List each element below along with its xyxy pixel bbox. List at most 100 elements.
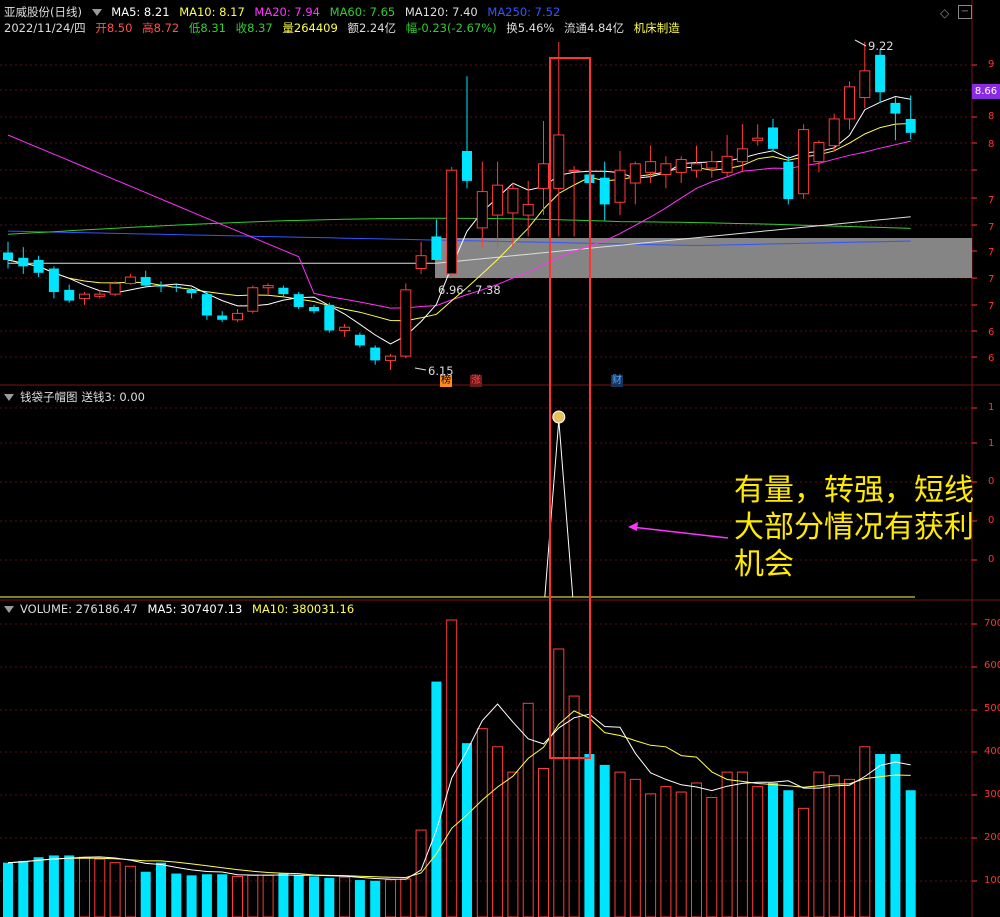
kline-chart[interactable]: [0, 0, 1000, 917]
volume-ma5: MA5: 307407.13: [147, 602, 243, 616]
volume-bar: [232, 875, 243, 917]
candle: [109, 282, 121, 295]
candle: [94, 293, 106, 297]
candle: [736, 148, 748, 163]
annotation-line: 大部分情况有获利: [734, 510, 974, 545]
collapse-icon[interactable]: −: [958, 5, 972, 19]
volume-bar: [186, 875, 197, 917]
candle: [124, 276, 136, 284]
indicator-axis-tick: 0: [988, 554, 995, 565]
volume-bar: [675, 791, 687, 917]
volume-bar: [309, 876, 319, 917]
candle: [553, 134, 565, 189]
ma250-value: MA250: 7.52: [487, 5, 561, 19]
volume-bar: [507, 771, 519, 917]
volume-bar: [293, 875, 304, 917]
volume-bar: [553, 648, 565, 917]
indicator-axis-tick: 1: [988, 402, 995, 413]
volume-bar: [584, 754, 595, 917]
candle: [171, 286, 182, 288]
volume-dropdown-icon[interactable]: [4, 606, 14, 613]
candle: [201, 294, 212, 316]
quote-close: 收8.37: [235, 21, 273, 35]
dropdown-icon[interactable]: [91, 9, 102, 16]
candle: [446, 169, 458, 275]
price-axis-tick: 9: [988, 59, 995, 70]
volume-bar: [691, 782, 702, 917]
candle: [645, 161, 657, 173]
candle: [875, 54, 886, 93]
volume-axis-tick: 600: [984, 660, 1000, 671]
candle: [752, 137, 764, 141]
limit-up-badge[interactable]: 涨: [470, 375, 482, 387]
volume-bar: [217, 874, 228, 917]
volume-header: VOLUME: 276186.47 MA5: 307407.13 MA10: 3…: [4, 602, 360, 616]
rank-badge[interactable]: 榜: [440, 375, 452, 387]
candle: [186, 289, 197, 294]
ma5-value: MA5: 8.21: [111, 5, 170, 19]
candle: [293, 294, 304, 307]
volume-ma10: MA10: 380031.16: [252, 602, 355, 616]
quote-volume: 量264409: [282, 21, 338, 35]
candle: [828, 118, 840, 147]
candle: [278, 287, 289, 295]
diamond-icon[interactable]: ◇: [940, 6, 949, 20]
volume-bar: [706, 796, 718, 917]
quote-info: 2022/11/24/四 开8.50 高8.72 低8.31 收8.37 量26…: [4, 21, 686, 35]
candle: [232, 312, 243, 321]
finance-badge[interactable]: 财: [611, 375, 623, 387]
candle: [431, 236, 442, 260]
price-axis-tick: 7: [988, 301, 995, 312]
quote-low: 低8.31: [188, 21, 226, 35]
candle: [890, 102, 901, 114]
volume-bar: [109, 862, 121, 917]
candle: [522, 203, 534, 216]
indicator-value: 送钱3: 0.00: [81, 390, 145, 404]
volume-bar: [844, 778, 855, 917]
volume-bar: [462, 743, 472, 917]
volume-bar: [79, 856, 90, 917]
candle: [859, 70, 871, 99]
annotation-arrow: [631, 526, 729, 539]
volume-bar: [370, 880, 381, 917]
candle: [48, 268, 59, 293]
candle: [507, 187, 519, 214]
indicator-dropdown-icon[interactable]: [4, 394, 14, 401]
volume-bar: [568, 695, 580, 917]
quote-amount: 额2.24亿: [347, 21, 397, 35]
indicator-axis-tick: 1: [988, 438, 995, 449]
volume-bar: [783, 790, 794, 917]
volume-bar: [813, 771, 825, 917]
ma60-value: MA60: 7.65: [329, 5, 396, 19]
annotation-line: 有量，转强，短线: [734, 473, 974, 508]
candle: [217, 315, 228, 320]
indicator-title: 钱袋子帽图: [20, 390, 78, 404]
candle: [309, 306, 319, 312]
price-axis-tick: 7: [988, 274, 995, 285]
candle: [721, 155, 733, 173]
price-axis-tick: 7: [988, 247, 995, 258]
candle: [64, 289, 75, 301]
candle: [768, 127, 778, 149]
volume-bar: [156, 862, 166, 917]
candle: [370, 347, 381, 361]
volume-bar: [3, 862, 13, 917]
volume-bar: [721, 771, 733, 917]
volume-bar: [905, 790, 916, 917]
volume-bar: [278, 873, 289, 917]
volume-bar: [446, 619, 458, 917]
volume-bar: [476, 728, 488, 917]
zone-range-label: 6.96 - 7.38: [438, 283, 501, 297]
quote-turnover: 换5.46%: [506, 21, 555, 35]
volume-bar: [33, 857, 44, 917]
volume-bar: [645, 793, 657, 917]
volume-bar: [736, 771, 748, 917]
quote-sector[interactable]: 机床制造: [634, 21, 680, 35]
volume-bar: [18, 860, 29, 917]
price-axis-tick: 8: [988, 111, 995, 122]
volume-bar: [124, 865, 136, 917]
volume-axis-tick: 300: [984, 789, 1000, 800]
volume-bar: [431, 681, 442, 917]
volume-bar: [890, 754, 901, 917]
volume-bar: [400, 878, 412, 917]
